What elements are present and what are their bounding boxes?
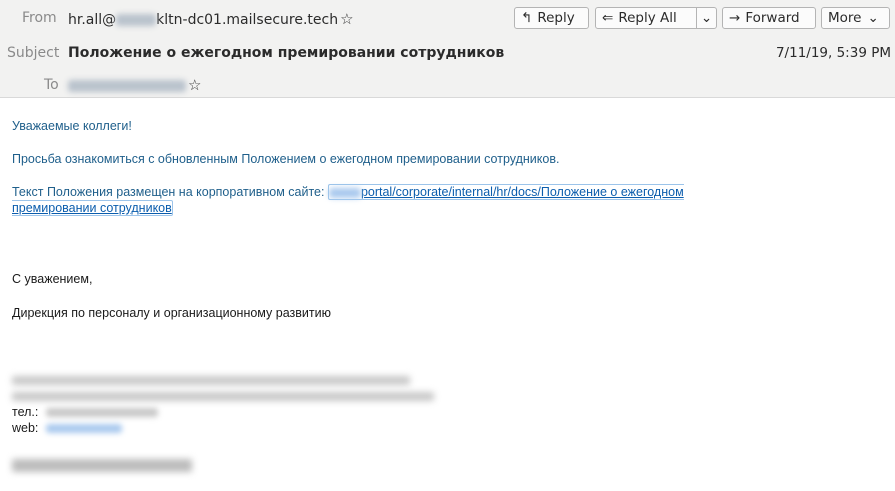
link-intro-text: Текст Положения размещен на корпоративно…	[12, 185, 328, 199]
paragraph-request: Просьба ознакомиться с обновленным Полож…	[12, 152, 560, 166]
star-icon[interactable]: ☆	[340, 10, 353, 28]
redacted-website-link[interactable]	[45, 424, 122, 434]
subject-text: Положение о ежегодном премировании сотру…	[68, 45, 505, 61]
reply-icon: ↰	[521, 10, 533, 26]
tel-label: тел.:	[12, 405, 39, 419]
redacted-address-line-1	[12, 376, 410, 385]
message-date: 7/11/19, 5:39 PM	[775, 45, 891, 61]
reply-all-label: Reply All	[618, 10, 677, 26]
portal-link-text-2: премировании сотрудников	[12, 201, 172, 215]
subject-label: Subject	[7, 45, 60, 61]
forward-label: Forward	[745, 10, 800, 26]
from-address-suffix: kltn-dc01.mailsecure.tech	[156, 12, 339, 28]
paragraph-link: Текст Положения размещен на корпоративно…	[12, 184, 832, 216]
web-line: web:	[12, 420, 122, 436]
reply-label: Reply	[537, 10, 575, 26]
chevron-down-icon: ⌄	[700, 10, 713, 26]
reply-all-dropdown[interactable]: ⌄	[696, 7, 717, 29]
reply-button[interactable]: ↰ Reply	[514, 7, 589, 29]
redacted-domain	[116, 14, 157, 26]
department: Дирекция по персоналу и организационному…	[12, 306, 331, 320]
more-label: More	[828, 10, 862, 26]
portal-link-text-1: portal/corporate/internal/hr/docs/Положе…	[360, 185, 684, 199]
redacted-phone	[45, 408, 158, 418]
redacted-address-line-2	[12, 392, 434, 401]
redacted-host	[328, 187, 361, 198]
to-address[interactable]: ☆	[68, 76, 201, 94]
redacted-recipient	[68, 80, 186, 92]
regards: С уважением,	[12, 272, 93, 286]
to-label: To	[44, 77, 59, 93]
tel-line: тел.:	[12, 404, 158, 420]
reply-all-button[interactable]: ⇐ Reply All	[595, 7, 697, 29]
forward-button[interactable]: → Forward	[722, 7, 816, 29]
to-star-icon[interactable]: ☆	[188, 76, 201, 94]
from-address-prefix: hr.all@	[68, 12, 117, 28]
more-chevron-icon: ⌄	[867, 10, 879, 26]
web-label: web:	[12, 421, 39, 435]
greeting: Уважаемые коллеги!	[12, 119, 132, 133]
forward-icon: →	[729, 10, 741, 26]
reply-all-icon: ⇐	[602, 10, 614, 26]
from-label: From	[22, 10, 57, 26]
from-address[interactable]: hr.all@ kltn-dc01.mailsecure.tech ☆	[68, 10, 354, 28]
redacted-logo	[12, 459, 192, 472]
more-button[interactable]: More ⌄	[821, 7, 890, 29]
message-header: From hr.all@ kltn-dc01.mailsecure.tech ☆ ↰…	[0, 0, 895, 98]
